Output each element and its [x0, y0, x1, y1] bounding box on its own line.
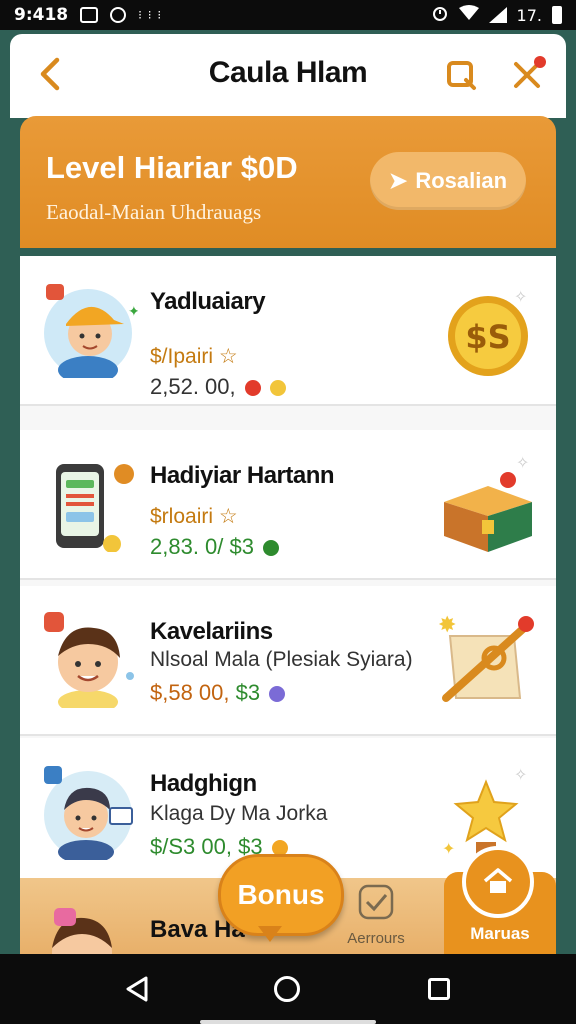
svg-text:✦: ✦	[442, 839, 455, 858]
gold-gem-icon	[269, 380, 286, 397]
check-badge-icon	[358, 884, 394, 920]
redeem-button[interactable]: ➤ Rosalian	[370, 152, 526, 210]
coin-label: $S	[465, 318, 510, 356]
card-price-value: $,58 00,	[150, 680, 230, 705]
svg-text:✦: ✦	[128, 304, 138, 320]
card-title: Hadghign	[150, 770, 257, 797]
list-item[interactable]: ✦ Yadluaiary $/Ipairi ☆ 2,52. 00, $S ✧	[20, 256, 556, 406]
treasure-chest-icon: ✧	[444, 453, 532, 552]
avatar-partial-icon	[52, 908, 112, 954]
search-icon	[447, 61, 476, 90]
status-time: 9:418	[14, 5, 69, 25]
nav-home-icon[interactable]	[274, 976, 300, 1002]
card-price-value: 2,52. 00,	[150, 374, 236, 399]
card-price: $,58 00, $3	[150, 680, 286, 706]
nav-label: Aerrours	[347, 930, 405, 947]
card-subtitle: $/Ipairi ☆	[150, 345, 238, 368]
scroll-key-icon: ✸	[438, 613, 534, 702]
sync-icon	[110, 7, 127, 23]
bolt-icon: ➤	[388, 168, 408, 193]
page-title: Caula Hlam	[208, 56, 368, 89]
card-subtitle: Nlsoal Mala (Plesiak Syiara)	[150, 648, 413, 671]
status-bar: 9:418 ⁝ ⁝ ⁝ 17.	[0, 0, 576, 30]
app-header: Caula Hlam	[10, 34, 566, 118]
avatar-agent-icon	[44, 766, 133, 860]
svg-text:✧: ✧	[514, 287, 527, 306]
battery-level: 17.	[516, 5, 542, 25]
level-banner: Level Hiariar $0D Eaodal-Maian Uhdrauags…	[20, 116, 556, 248]
avatar-boy-icon	[44, 612, 134, 708]
banner-title: Level Hiariar $0D	[46, 150, 298, 185]
card-subtitle: $rloairi ☆	[150, 505, 238, 528]
menu-label: Maruas	[470, 924, 530, 943]
search-button[interactable]	[442, 56, 482, 96]
menu-button[interactable]	[462, 846, 534, 918]
battery-icon	[552, 6, 562, 24]
green-gem-icon	[263, 540, 280, 557]
home-icon	[483, 868, 513, 893]
list-item[interactable]: Kavelariins Nlsoal Mala (Plesiak Syiara)…	[20, 586, 556, 736]
notification-icon	[80, 7, 99, 23]
alarm-icon	[431, 4, 449, 26]
card-price-suffix: $3	[229, 534, 254, 559]
card-price-suffix: $3	[235, 680, 261, 705]
card-price: 2,52. 00,	[150, 374, 286, 400]
card-price: 2,83. 0/ $3	[150, 534, 280, 560]
redeem-button-label: Rosalian	[415, 168, 508, 193]
phone-app-icon	[56, 464, 134, 552]
nav-item-accounts[interactable]: Aerrours	[346, 884, 406, 947]
purple-gem-icon	[269, 686, 286, 703]
bonus-bubble-tail	[258, 926, 282, 942]
gold-coin-icon: $S ✧	[448, 287, 528, 376]
card-title: Kavelariins	[150, 618, 273, 645]
wifi-icon	[458, 5, 479, 25]
close-button[interactable]	[508, 56, 548, 96]
nav-recents-icon[interactable]	[428, 978, 450, 1000]
bonus-button[interactable]: Bonus	[218, 854, 344, 936]
system-nav-bar	[0, 954, 576, 1024]
svg-text:✧: ✧	[516, 453, 529, 472]
list-item[interactable]: Hadiyiar Hartann $rloairi ☆ 2,83. 0/ $3 …	[20, 430, 556, 580]
svg-text:✧: ✧	[514, 765, 527, 784]
card-price-value: $/S3 00,	[150, 834, 232, 859]
reward-list: ✦ Yadluaiary $/Ipairi ☆ 2,52. 00, $S ✧ H…	[20, 256, 556, 888]
gesture-indicator	[200, 1020, 376, 1024]
svg-text:✸: ✸	[438, 613, 456, 638]
status-dots: ⁝ ⁝ ⁝	[138, 8, 163, 22]
close-icon	[514, 56, 546, 88]
nav-back-icon[interactable]	[124, 976, 150, 1002]
red-gem-icon	[244, 380, 261, 397]
card-title: Hadiyiar Hartann	[150, 462, 335, 489]
card-title: Yadluaiary	[150, 288, 266, 315]
avatar-cap-boy-icon: ✦	[44, 284, 138, 378]
signal-icon	[488, 7, 507, 23]
card-price-value: 2,83. 0/	[150, 534, 224, 559]
banner-subtitle: Eaodal-Maian Uhdrauags	[46, 200, 262, 224]
card-subtitle: Klaga Dy Ma Jorka	[150, 802, 328, 825]
